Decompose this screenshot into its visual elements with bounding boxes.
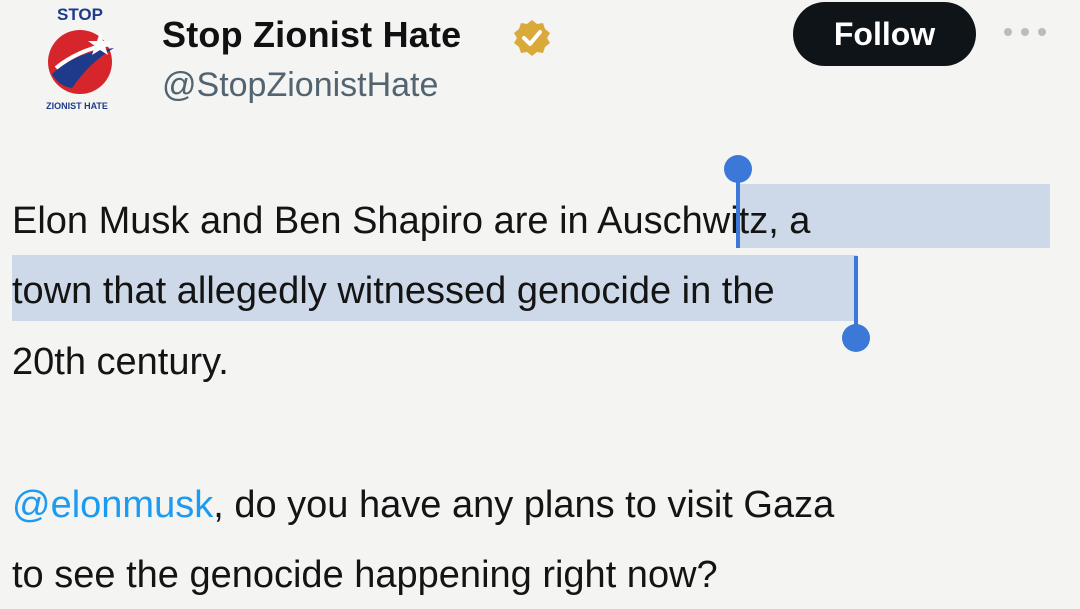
post-text-line-3: 20th century. <box>12 341 229 383</box>
post-text-before-selection: Elon Musk and Ben Shapiro are in <box>12 200 598 242</box>
avatar[interactable]: STOP ZIONIST HATE <box>30 4 130 114</box>
post-text-line-5: to see the genocide happening right now? <box>12 554 718 596</box>
user-handle[interactable]: @StopZionistHate <box>162 66 438 105</box>
verified-badge-icon <box>514 20 550 56</box>
post-text-line-1: Elon Musk and Ben Shapiro are in Auschwi… <box>12 200 810 243</box>
post-text-selected-2: town that allegedly witnessed genocide <box>12 270 672 312</box>
post-text-line-4-rest: , do you have any plans to visit Gaza <box>213 484 835 526</box>
selection-end-handle-icon[interactable] <box>842 324 870 352</box>
display-name[interactable]: Stop Zionist Hate <box>162 14 461 56</box>
post-text-selected-1: Auschwitz, a <box>597 200 811 242</box>
post-text-after-selection: in the <box>671 270 775 312</box>
post-text-line-2: town that allegedly witnessed genocide i… <box>12 270 775 313</box>
logo-top-text: STOP <box>57 5 103 24</box>
post-card: STOP ZIONIST HATE Stop Zionist Hate @Sto… <box>0 0 1080 609</box>
selection-start-caret[interactable] <box>736 168 740 248</box>
post-text-line-4: @elonmusk, do you have any plans to visi… <box>12 484 834 527</box>
logo-bottom-text: ZIONIST HATE <box>46 101 108 111</box>
selection-end-caret[interactable] <box>854 256 858 330</box>
mention-link[interactable]: @elonmusk <box>12 484 213 526</box>
follow-button[interactable]: Follow <box>793 2 976 66</box>
more-options-icon[interactable] <box>1004 20 1046 44</box>
